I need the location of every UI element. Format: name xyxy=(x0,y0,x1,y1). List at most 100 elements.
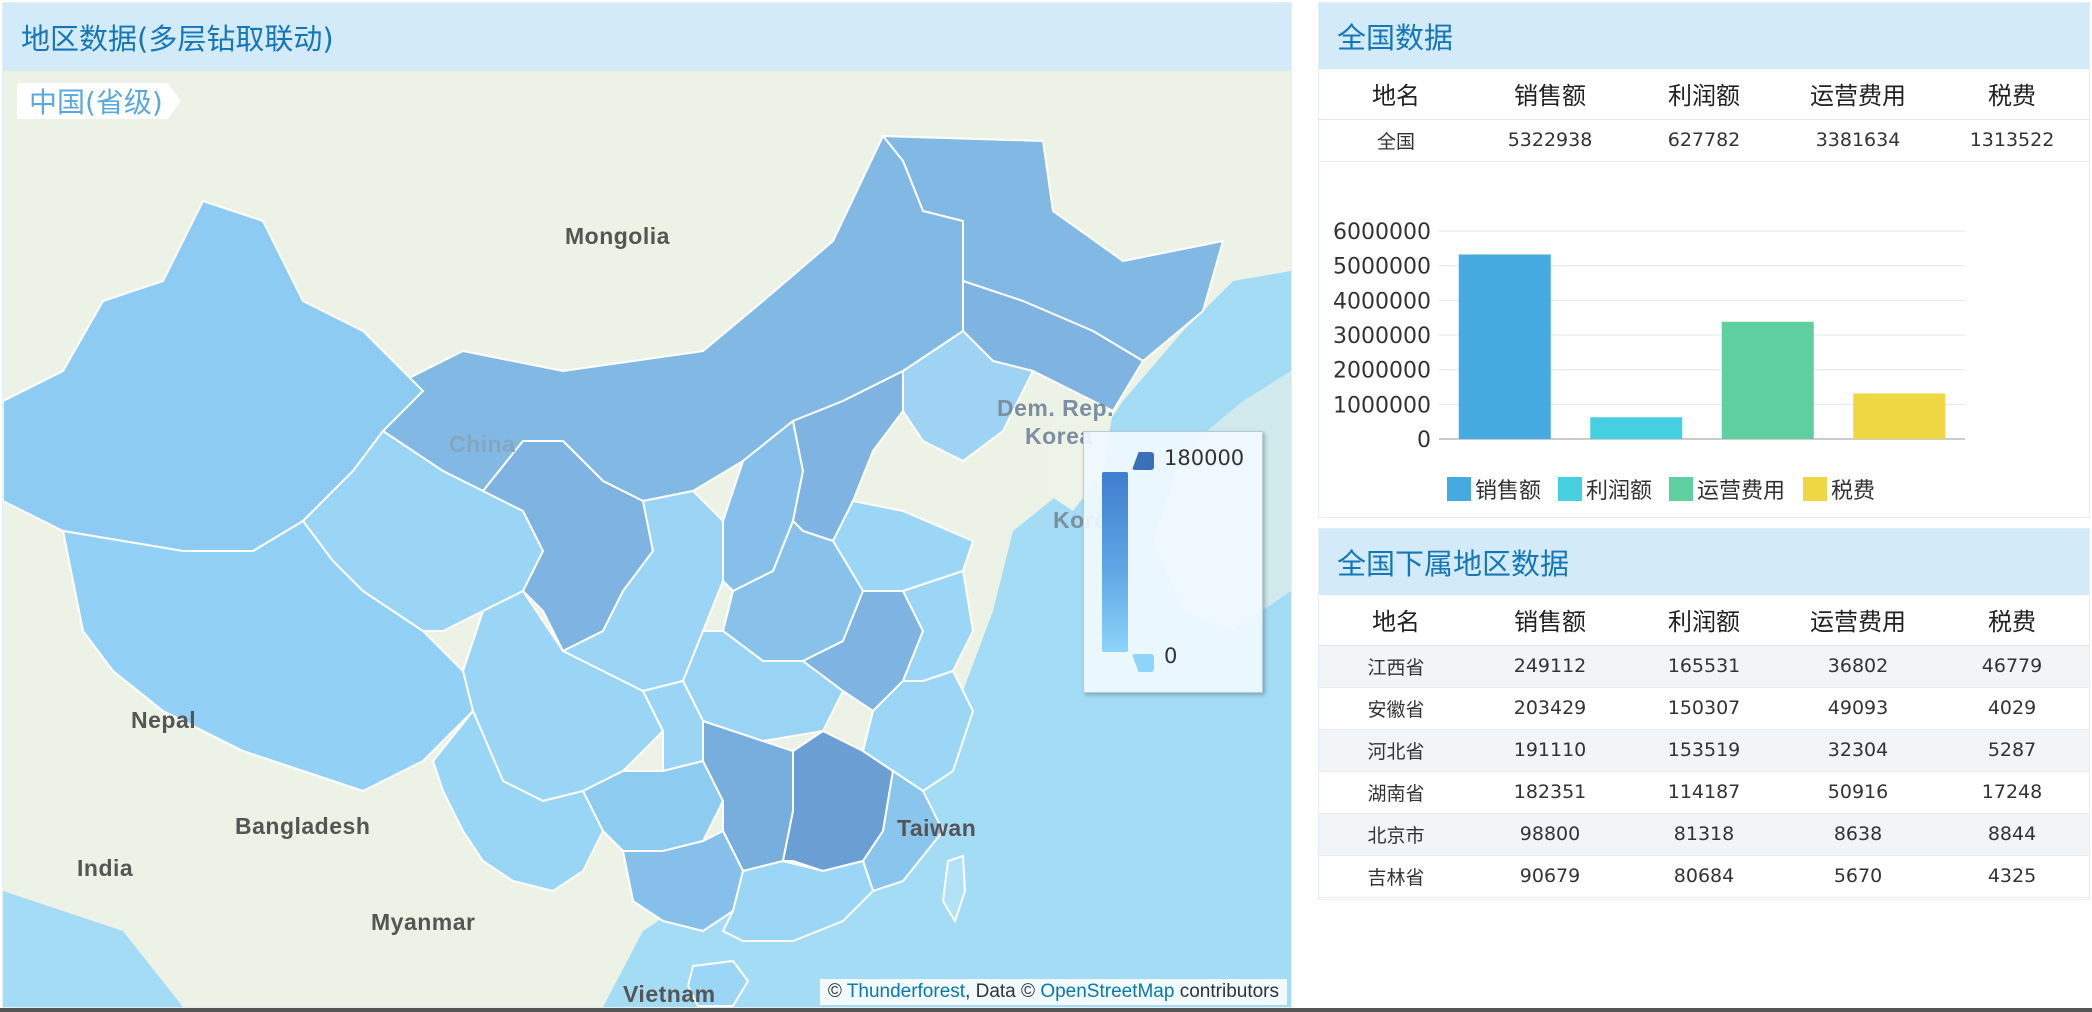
table-row[interactable]: 湖南省 182351 114187 50916 17248 xyxy=(1319,771,2089,814)
table-cell: 8844 xyxy=(1935,813,2089,856)
y-tick-label: 4000000 xyxy=(1333,289,1431,314)
national-panel-title: 全国数据 xyxy=(1319,3,2089,69)
legend-item[interactable]: 利润额 xyxy=(1558,477,1652,504)
table-cell: 249112 xyxy=(1473,645,1627,688)
y-tick-label: 1000000 xyxy=(1333,393,1431,418)
legend-item[interactable]: 销售额 xyxy=(1447,477,1541,504)
table-cell: 江西省 xyxy=(1319,645,1473,688)
legend-swatch xyxy=(1447,477,1471,501)
column-header: 运营费用 xyxy=(1781,595,1935,646)
legend-swatch xyxy=(1558,477,1582,501)
table-row[interactable]: 江西省 249112 165531 36802 46779 xyxy=(1319,645,2089,688)
bottom-divider xyxy=(0,1008,2092,1012)
region-panel-title: 全国下属地区数据 xyxy=(1319,529,2089,595)
table-cell: 吉林省 xyxy=(1319,855,1473,898)
column-header: 销售额 xyxy=(1473,595,1627,646)
table-cell: 湖南省 xyxy=(1319,771,1473,814)
national-bar-chart[interactable]: 6000000 5000000 4000000 3000000 2000000 10000… xyxy=(1319,193,2091,513)
column-header: 地名 xyxy=(1319,69,1473,120)
table-cell: 153519 xyxy=(1627,729,1781,772)
visual-map-min-handle[interactable] xyxy=(1132,654,1154,672)
table-cell: 5670 xyxy=(1781,855,1935,898)
column-header: 销售额 xyxy=(1473,69,1627,120)
table-cell: 182351 xyxy=(1473,771,1627,814)
y-tick-label: 2000000 xyxy=(1333,359,1431,384)
map-label-mongolia: Mongolia xyxy=(565,223,670,249)
region-table-header: 地名 销售额 利润额 运营费用 税费 xyxy=(1319,595,2089,646)
map-label-myanmar: Myanmar xyxy=(371,909,476,935)
column-header: 税费 xyxy=(1935,69,2089,120)
region-table: 地名 销售额 利润额 运营费用 税费 江西省 249112 165531 36802 4… xyxy=(1319,595,2089,898)
table-cell: 81318 xyxy=(1627,813,1781,856)
table-row[interactable]: 全国 5322938 627782 3381634 1313522 xyxy=(1319,119,2089,162)
table-cell: 80684 xyxy=(1627,855,1781,898)
map-label-china: China xyxy=(449,431,516,457)
table-cell: 114187 xyxy=(1627,771,1781,814)
y-tick-label: 0 xyxy=(1417,428,1431,453)
table-cell: 203429 xyxy=(1473,687,1627,730)
map-attribution: © Thunderforest, Data © OpenStreetMap co… xyxy=(819,979,1287,1005)
map-label-bangladesh: Bangladesh xyxy=(235,813,371,839)
table-cell: 安徽省 xyxy=(1319,687,1473,730)
table-cell: 150307 xyxy=(1627,687,1781,730)
legend-label: 运营费用 xyxy=(1697,479,1785,504)
national-table: 地名 销售额 利润额 运营费用 税费 全国 5322938 627782 338… xyxy=(1319,69,2089,162)
table-cell: 4029 xyxy=(1935,687,2089,730)
table-cell: 165531 xyxy=(1627,645,1781,688)
visual-map-legend[interactable]: 180000 0 xyxy=(1083,431,1263,693)
y-tick-label: 3000000 xyxy=(1333,324,1431,349)
table-cell: 5287 xyxy=(1935,729,2089,772)
table-cell: 191110 xyxy=(1473,729,1627,772)
table-row[interactable]: 吉林省 90679 80684 5670 4325 xyxy=(1319,855,2089,898)
table-cell: 627782 xyxy=(1627,119,1781,162)
visual-map-max-handle[interactable] xyxy=(1132,452,1154,470)
table-cell: 河北省 xyxy=(1319,729,1473,772)
map-area[interactable]: 中国(省级) Mongolia China Dem. Rep. Korea Ko… xyxy=(3,71,1291,1007)
column-header: 地名 xyxy=(1319,595,1473,646)
column-header: 利润额 xyxy=(1627,69,1781,120)
openstreetmap-link[interactable]: OpenStreetMap xyxy=(1040,981,1174,1002)
table-cell: 8638 xyxy=(1781,813,1935,856)
y-tick-label: 5000000 xyxy=(1333,255,1431,280)
map-label-nepal: Nepal xyxy=(131,707,197,733)
table-cell: 17248 xyxy=(1935,771,2089,814)
table-cell: 90679 xyxy=(1473,855,1627,898)
region-data-panel: 全国下属地区数据 地名 销售额 利润额 运营费用 税费 江西省 249112 165… xyxy=(1318,528,2090,900)
map-label-taiwan: Taiwan xyxy=(897,815,977,841)
table-row[interactable]: 安徽省 203429 150307 49093 4029 xyxy=(1319,687,2089,730)
legend-item[interactable]: 运营费用 xyxy=(1669,477,1785,504)
table-cell: 36802 xyxy=(1781,645,1935,688)
column-header: 税费 xyxy=(1935,595,2089,646)
map-label-dprk: Dem. Rep. xyxy=(997,395,1114,421)
map-level-tag[interactable]: 中国(省级) xyxy=(17,83,181,119)
legend-label: 销售额 xyxy=(1475,479,1541,504)
chart-bar[interactable] xyxy=(1721,321,1814,439)
chart-bar[interactable] xyxy=(1458,254,1551,439)
national-data-panel: 全国数据 地名 销售额 利润额 运营费用 税费 全国 5322938 62778… xyxy=(1318,2,2090,518)
table-cell: 4325 xyxy=(1935,855,2089,898)
chart-bar[interactable] xyxy=(1853,393,1946,439)
map-label-vietnam: Vietnam xyxy=(623,981,716,1007)
table-cell: 北京市 xyxy=(1319,813,1473,856)
map-label-india: India xyxy=(77,855,134,881)
table-cell: 49093 xyxy=(1781,687,1935,730)
map-panel-title: 地区数据(多层钻取联动) xyxy=(3,3,1291,71)
national-table-header: 地名 销售额 利润额 运营费用 税费 xyxy=(1319,69,2089,120)
legend-label: 税费 xyxy=(1831,479,1875,504)
table-cell: 全国 xyxy=(1319,119,1473,162)
visual-map-gradient-bar[interactable] xyxy=(1102,472,1128,652)
bar-chart-svg: 6000000 5000000 4000000 3000000 2000000 10000… xyxy=(1333,220,1965,504)
table-cell: 3381634 xyxy=(1781,119,1935,162)
chart-bar[interactable] xyxy=(1590,417,1683,439)
thunderforest-link[interactable]: Thunderforest xyxy=(847,981,965,1002)
table-row[interactable]: 北京市 98800 81318 8638 8844 xyxy=(1319,813,2089,856)
legend-swatch xyxy=(1669,477,1693,501)
table-cell: 5322938 xyxy=(1473,119,1627,162)
table-cell: 50916 xyxy=(1781,771,1935,814)
legend-item[interactable]: 税费 xyxy=(1803,477,1875,504)
y-tick-label: 6000000 xyxy=(1333,220,1431,245)
region-table-body: 江西省 249112 165531 36802 46779 安徽省 203429 150307… xyxy=(1319,645,2089,898)
table-row[interactable]: 河北省 191110 153519 32304 5287 xyxy=(1319,729,2089,772)
table-cell: 46779 xyxy=(1935,645,2089,688)
column-header: 利润额 xyxy=(1627,595,1781,646)
